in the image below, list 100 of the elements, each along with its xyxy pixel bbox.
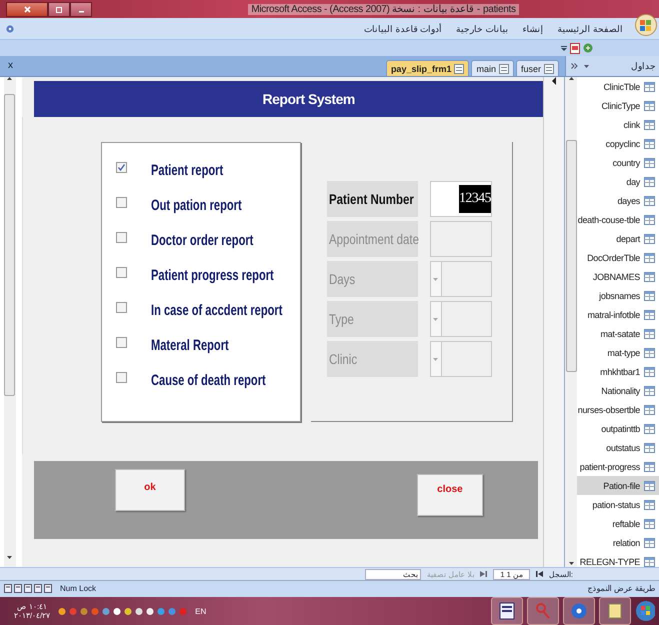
table-icon [644,366,655,377]
language-indicator[interactable]: EN [195,606,206,616]
table-icon [644,310,655,320]
nav-item[interactable]: ClinicType [577,96,659,116]
scrollbar[interactable] [4,77,16,568]
dropdown-arrow-icon [433,318,438,321]
form-icon [498,64,509,74]
close-tab-button[interactable]: x [8,60,13,72]
report-label: Patient progress report [150,267,274,284]
nav-item[interactable]: Nationality [577,381,659,400]
table-icon [644,158,655,168]
close-button[interactable] [6,2,48,16]
minimize-button[interactable] [70,2,92,16]
view-label: طريقة عرض النموذج [588,584,655,594]
dropdown-arrow-icon[interactable] [584,64,589,68]
nav-item[interactable]: depart [577,229,659,248]
last-record-icon[interactable] [480,571,488,578]
nav-item[interactable]: nurses-obsertble [577,400,659,420]
checkbox[interactable] [116,372,127,384]
first-record-icon[interactable] [536,571,543,578]
document-tab[interactable]: pay_slip_frm1 [386,60,470,76]
table-icon [644,518,655,529]
nav-item[interactable]: death-couse-tble [577,210,659,230]
report-label: Doctor order report [150,232,254,250]
nav-item[interactable]: clink [577,115,659,134]
nav-item[interactable]: JOBNAMES [577,267,659,286]
nav-item[interactable]: Pation-file [577,476,659,496]
nav-item[interactable]: relation [577,533,659,552]
close-button[interactable]: close [416,474,483,516]
field-label: Appointment date [326,221,418,258]
customize-icon[interactable] [561,45,567,52]
print-icon[interactable] [24,584,32,594]
form-view-icon[interactable] [4,584,12,594]
nav-item[interactable]: outpatinttb [577,419,659,438]
ribbon-tab[interactable]: أدوات قاعدة البيانات [364,24,442,34]
datasheet-view-icon[interactable] [14,584,22,594]
table-icon [644,462,655,472]
form-title: Report System [262,91,355,108]
nav-item[interactable]: outstatus [577,438,659,458]
field-label: Days [326,261,418,298]
nav-item[interactable]: mat-satate [577,324,659,344]
checkbox[interactable] [116,267,127,278]
nav-item[interactable]: day [577,172,659,192]
input-field[interactable]: 12345 [430,181,492,218]
dropdown-field[interactable] [430,341,492,378]
table-icon [644,328,655,339]
table-icon [644,424,655,434]
nav-item[interactable]: RELEGN-TYPE [577,552,659,568]
nav-item[interactable]: ClinicTble [577,77,659,96]
start-button-icon[interactable] [635,600,655,622]
table-icon [644,176,655,187]
nav-item[interactable]: reftable [577,514,659,534]
collapse-arrow-icon[interactable] [552,77,556,86]
form-icon [544,64,554,74]
nav-item[interactable]: copyclinc [577,134,659,154]
nav-item[interactable]: patient-progress [577,457,659,476]
table-icon [644,348,655,358]
restore-button[interactable] [48,2,70,16]
nav-item[interactable]: jobsnames [577,286,659,306]
nav-item[interactable]: country [577,153,659,172]
collapse-icon[interactable] [571,63,578,70]
checkbox[interactable] [116,197,127,208]
nav-pane-title[interactable]: جداول [631,61,656,72]
ribbon-tab[interactable]: بيانات خارجية [456,24,508,34]
checkbox[interactable] [116,302,127,314]
taskbar-button[interactable] [491,597,523,625]
taskbar-button[interactable] [599,597,631,625]
ok-button[interactable]: ok [114,469,185,512]
table-icon [644,386,655,396]
dropdown-field[interactable] [430,261,492,298]
input-field[interactable] [430,221,492,258]
form-icon [454,64,464,74]
checkbox[interactable] [116,232,127,244]
report-label: In case of accdent report [150,302,282,320]
dropdown-field[interactable] [430,301,492,338]
window-title: Microsoft Access - (Access 2007) قاعدة بيانات : نسخة - patients [248,4,519,15]
table-icon [644,120,655,130]
table-icon [644,196,655,206]
document-tab[interactable]: fuser [516,60,559,76]
nav-item[interactable]: dayes [577,191,659,210]
nav-item[interactable]: matral-infotble [577,305,659,324]
ribbon-tab[interactable]: إنشاء [522,24,544,34]
design-view-icon[interactable] [44,584,52,594]
nav-item[interactable]: mhkhtbar1 [577,362,659,382]
nav-item[interactable]: pation-status [577,495,659,514]
field-label: Type [326,301,418,338]
nav-item[interactable]: mat-type [577,343,659,362]
document-icon[interactable] [570,42,580,54]
table-icon [644,404,655,415]
scroll-down-icon [7,556,12,560]
table-icon [644,480,655,491]
nav-item[interactable]: DocOrderTble [577,248,659,268]
ribbon-tab[interactable]: الصفحة الرئيسية [557,24,623,34]
restore-icon [56,6,62,12]
layout-view-icon[interactable] [34,584,42,594]
table-icon [644,100,655,111]
scrollbar[interactable] [565,77,578,568]
document-tab[interactable]: main [471,60,514,76]
checkbox[interactable] [116,337,127,348]
checkbox[interactable] [116,162,127,174]
